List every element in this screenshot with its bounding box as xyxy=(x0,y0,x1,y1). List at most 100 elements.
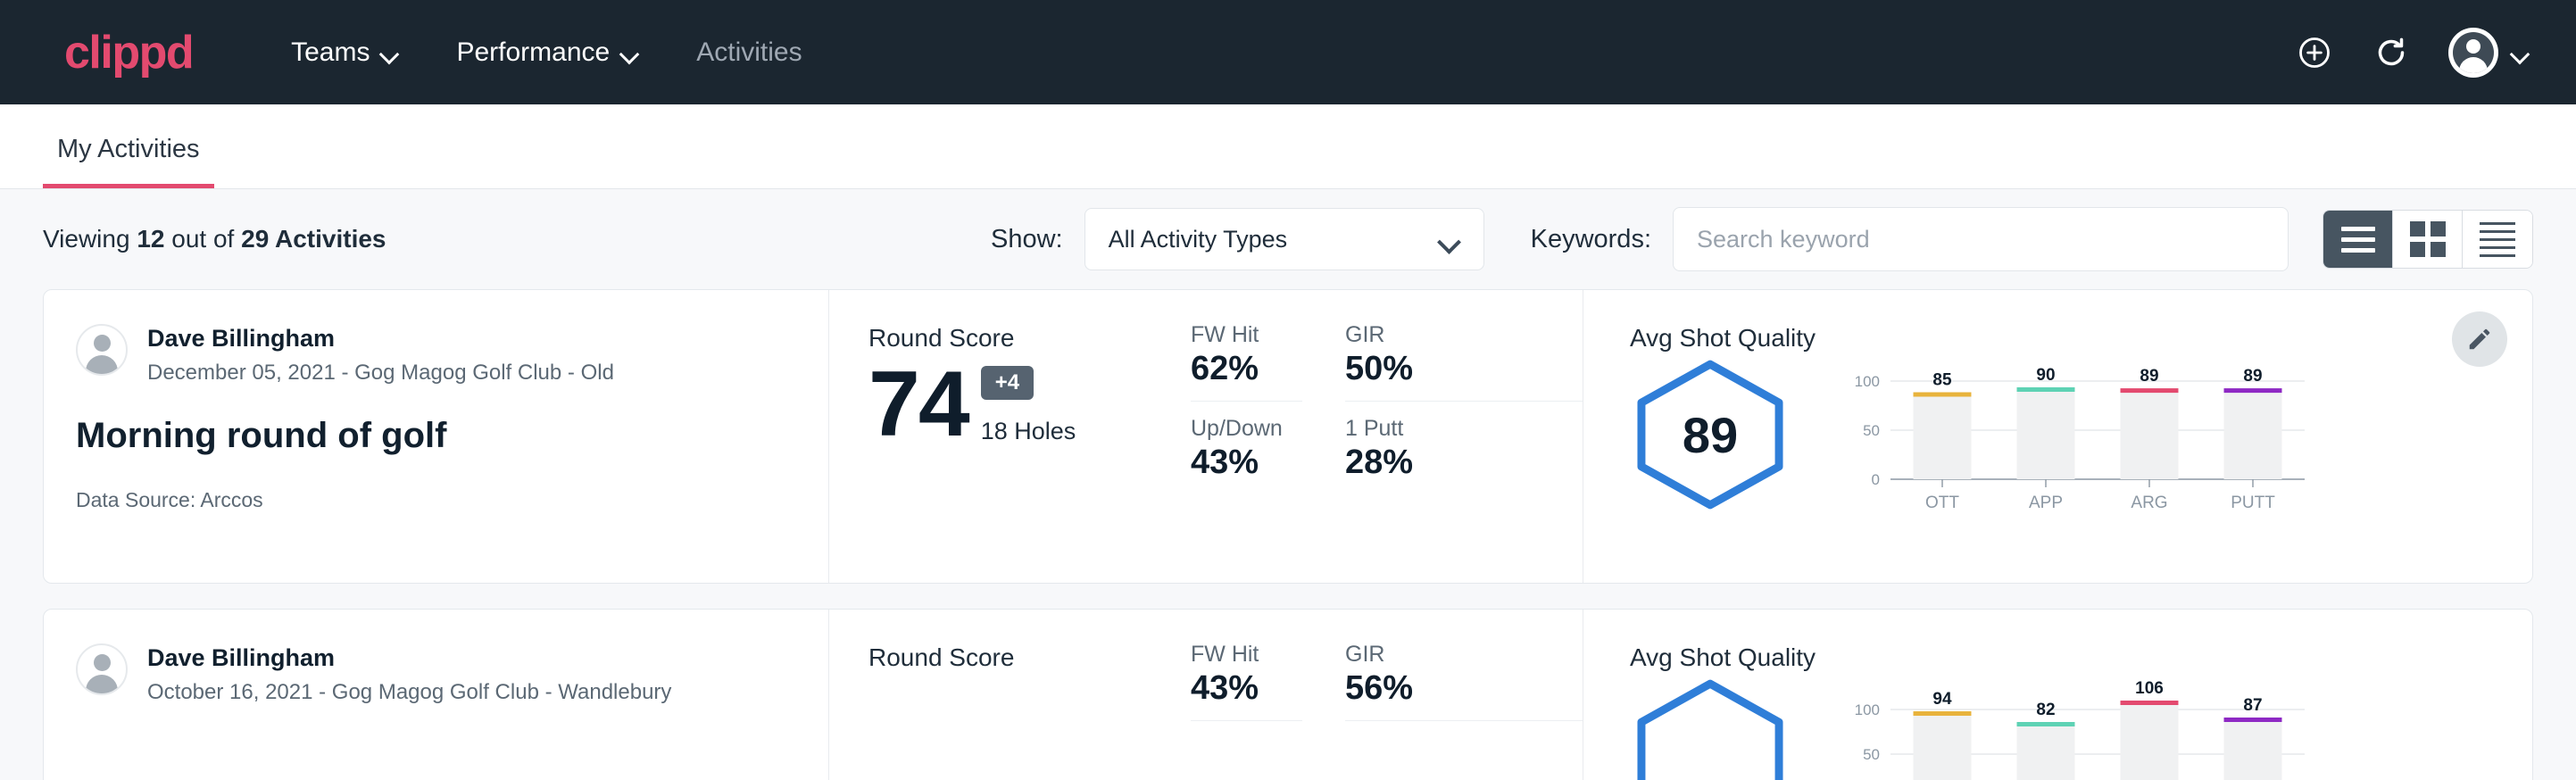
user-avatar-icon xyxy=(2448,28,2498,78)
svg-text:50: 50 xyxy=(1863,746,1880,763)
svg-text:PUTT: PUTT xyxy=(2231,494,2275,512)
shot-quality-bar-chart: 05010094OTT82APP106ARG87PUTT xyxy=(1835,677,2317,780)
chevron-down-icon xyxy=(2513,47,2530,57)
svg-text:89: 89 xyxy=(2243,367,2262,386)
svg-text:106: 106 xyxy=(2135,679,2164,698)
stat-fw-hit-value: 43% xyxy=(1191,669,1276,708)
nav-right-actions xyxy=(2295,28,2530,78)
svg-text:94: 94 xyxy=(1932,690,1952,709)
nav-item-teams-label: Teams xyxy=(291,37,370,68)
page-tab-bar: My Activities xyxy=(0,104,2576,189)
svg-text:82: 82 xyxy=(2036,701,2055,719)
stat-fw-hit-label: FW Hit xyxy=(1191,642,1276,668)
tab-my-activities-label: My Activities xyxy=(57,135,200,163)
avg-shot-quality-label: Avg Shot Quality xyxy=(1630,643,2434,672)
viewing-count-text: Viewing 12 out of 29 Activities xyxy=(43,225,386,253)
activity-type-select[interactable]: All Activity Types xyxy=(1084,208,1484,270)
nav-item-performance-label: Performance xyxy=(456,37,610,68)
tab-my-activities[interactable]: My Activities xyxy=(43,135,214,188)
svg-text:89: 89 xyxy=(2140,367,2158,386)
stat-gir-label: GIR xyxy=(1345,322,1556,348)
stat-up-down-label: Up/Down xyxy=(1191,416,1276,442)
avg-shot-quality-section: Avg Shot Quality 89 05010085OTT90APP89AR… xyxy=(1583,290,2532,583)
brand-logo[interactable]: clippd xyxy=(64,26,193,79)
svg-text:APP: APP xyxy=(2029,494,2063,512)
stat-up-down: Up/Down 43% xyxy=(1191,416,1302,482)
nav-item-activities-label: Activities xyxy=(696,37,802,68)
avg-shot-quality-hexagon: 89 xyxy=(1630,358,1791,511)
stat-gir-value: 56% xyxy=(1345,669,1556,708)
player-name: Dave Billingham xyxy=(147,643,671,674)
main-nav-links: Teams Performance Activities xyxy=(262,29,830,77)
svg-text:90: 90 xyxy=(2036,366,2055,385)
svg-text:50: 50 xyxy=(1863,422,1880,439)
svg-text:0: 0 xyxy=(1872,471,1880,488)
round-score-label: Round Score xyxy=(868,324,1191,353)
activity-meta: December 05, 2021 - Gog Magog Golf Club … xyxy=(147,361,614,386)
viewing-prefix: Viewing xyxy=(43,225,130,253)
svg-text:100: 100 xyxy=(1855,701,1880,718)
stat-up-down-value: 43% xyxy=(1191,444,1276,482)
score-badge: +4 xyxy=(981,366,1034,400)
stat-fw-hit-label: FW Hit xyxy=(1191,322,1276,348)
view-mode-toggle-group xyxy=(2323,210,2533,269)
viewing-count: 12 xyxy=(137,225,164,253)
nav-item-activities[interactable]: Activities xyxy=(668,29,830,77)
chevron-down-icon xyxy=(382,47,399,57)
chevron-down-icon xyxy=(622,47,639,57)
edit-activity-button[interactable] xyxy=(2452,311,2507,367)
round-stats-grid: FW Hit 62% GIR 50% Up/Down 43% 1 Putt 28… xyxy=(1191,290,1583,583)
holes-label: 18 Holes xyxy=(981,418,1076,445)
avatar xyxy=(76,324,128,376)
svg-text:85: 85 xyxy=(1932,371,1952,390)
refresh-icon[interactable] xyxy=(2372,33,2411,72)
viewing-total: 29 Activities xyxy=(241,225,386,253)
round-score-label: Round Score xyxy=(868,643,1191,672)
activity-card[interactable]: Dave Billingham December 05, 2021 - Gog … xyxy=(43,289,2533,584)
activity-data-source: Data Source: Arccos xyxy=(76,488,789,512)
view-mode-grid-button[interactable] xyxy=(2393,211,2463,268)
activity-card-info: Dave Billingham December 05, 2021 - Gog … xyxy=(44,290,829,583)
nav-item-teams[interactable]: Teams xyxy=(262,29,428,77)
stat-fw-hit: FW Hit 43% xyxy=(1191,642,1302,721)
avg-shot-quality-hexagon xyxy=(1630,677,1791,780)
round-score-section: Round Score xyxy=(829,610,1191,780)
activity-meta: October 16, 2021 - Gog Magog Golf Club -… xyxy=(147,680,671,705)
stat-one-putt-label: 1 Putt xyxy=(1345,416,1556,442)
activity-author: Dave Billingham October 16, 2021 - Gog M… xyxy=(76,643,789,705)
compact-view-icon xyxy=(2480,222,2515,257)
round-score-section: Round Score 74 +4 18 Holes xyxy=(829,290,1191,583)
filter-controls: Show: All Activity Types Keywords: xyxy=(991,207,2533,271)
stat-gir: GIR 50% xyxy=(1345,322,1583,402)
svg-text:OTT: OTT xyxy=(1925,494,1959,512)
plus-circle-icon[interactable] xyxy=(2295,33,2334,72)
main-content: Viewing 12 out of 29 Activities Show: Al… xyxy=(0,189,2576,780)
list-view-icon xyxy=(2341,227,2375,253)
avg-shot-quality-section: Avg Shot Quality 05010094OTT82APP106ARG8… xyxy=(1583,610,2532,780)
shot-quality-bar-chart: 05010085OTT90APP89ARG89PUTT xyxy=(1835,358,2317,519)
top-navigation-bar: clippd Teams Performance Activities xyxy=(0,0,2576,104)
round-score-value: 74 xyxy=(868,358,968,451)
player-name: Dave Billingham xyxy=(147,324,614,354)
round-stats-grid: FW Hit 43% GIR 56% xyxy=(1191,610,1583,780)
activity-card-info: Dave Billingham October 16, 2021 - Gog M… xyxy=(44,610,829,780)
viewing-middle: out of xyxy=(171,225,234,253)
nav-item-performance[interactable]: Performance xyxy=(428,29,668,77)
view-mode-compact-button[interactable] xyxy=(2463,211,2532,268)
filter-toolbar: Viewing 12 out of 29 Activities Show: Al… xyxy=(43,189,2533,289)
stat-one-putt: 1 Putt 28% xyxy=(1345,416,1583,482)
svg-text:87: 87 xyxy=(2243,696,2262,715)
stat-fw-hit-value: 62% xyxy=(1191,350,1276,388)
activity-type-select-value: All Activity Types xyxy=(1109,226,1288,253)
search-input[interactable] xyxy=(1673,207,2289,271)
view-mode-list-button[interactable] xyxy=(2323,211,2393,268)
chevron-down-icon xyxy=(1441,234,1460,245)
activity-title: Morning round of golf xyxy=(76,416,789,456)
activity-card[interactable]: Dave Billingham October 16, 2021 - Gog M… xyxy=(43,609,2533,780)
user-menu[interactable] xyxy=(2448,28,2530,78)
avatar xyxy=(76,643,128,695)
activity-author: Dave Billingham December 05, 2021 - Gog … xyxy=(76,324,789,386)
svg-text:ARG: ARG xyxy=(2131,494,2167,512)
avg-shot-quality-value: 89 xyxy=(1630,358,1791,511)
stat-gir: GIR 56% xyxy=(1345,642,1583,721)
